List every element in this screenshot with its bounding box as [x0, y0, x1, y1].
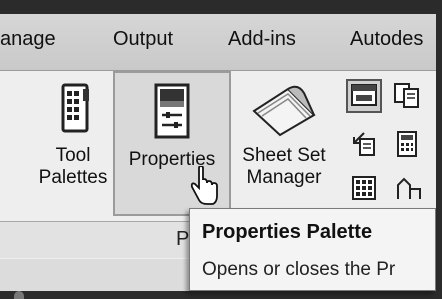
status-indicator: [14, 291, 24, 299]
sheet-set-manager-icon: [252, 85, 316, 137]
ribbon-tab-bar: anage Output Add-ins Autodes: [0, 14, 436, 71]
quickcalc-grid-icon[interactable]: [350, 175, 380, 201]
properties-tooltip: Properties Palette Opens or closes the P…: [189, 208, 436, 291]
tab-add-ins[interactable]: Add-ins: [228, 28, 296, 51]
sheet-set-manager-button[interactable]: Sheet Set Manager: [234, 81, 334, 189]
tab-autodesk[interactable]: Autodes: [350, 28, 423, 51]
tool-palettes-button[interactable]: Tool Palettes: [28, 81, 118, 189]
tooltip-title: Properties Palette: [202, 221, 373, 243]
window-icon: [351, 84, 377, 106]
properties-icon: [154, 83, 190, 139]
markup-set-manager-icon[interactable]: [392, 81, 422, 111]
tooltip-description: Opens or closes the Pr: [202, 259, 396, 280]
external-references-icon[interactable]: [350, 129, 380, 159]
hand-cursor-icon: [190, 166, 218, 205]
sheet-set-manager-label-line1: Sheet Set: [242, 145, 326, 166]
window-frame-right: [436, 0, 442, 299]
tab-manage[interactable]: anage: [0, 28, 56, 51]
tool-palettes-label-line1: Tool: [55, 145, 91, 166]
window-frame-top: [0, 0, 442, 14]
tool-palettes-icon: [61, 83, 89, 133]
window-frame-bottom: [0, 291, 442, 299]
tab-output[interactable]: Output: [113, 28, 173, 51]
panel-title: P: [176, 228, 190, 250]
calculator-icon[interactable]: [394, 129, 420, 159]
sheet-set-manager-label-line2: Manager: [246, 167, 322, 188]
tool-palettes-label-line2: Palettes: [38, 167, 108, 188]
design-center-button[interactable]: [346, 79, 382, 113]
command-line-icon[interactable]: [394, 175, 424, 203]
